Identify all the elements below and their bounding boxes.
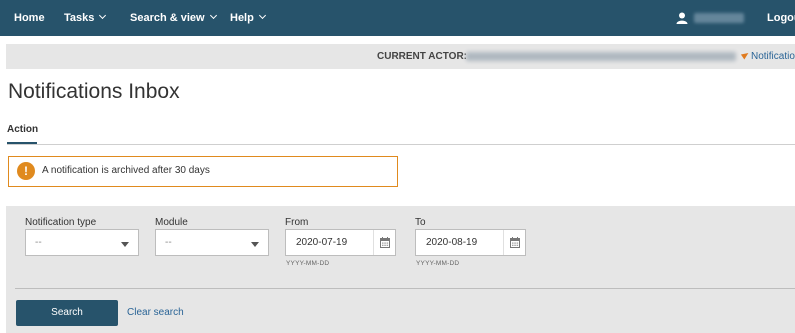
tab-action[interactable]: Action [7,124,38,135]
search-button[interactable]: Search [16,300,118,326]
chevron-down-icon [99,11,107,20]
module-label: Module [155,217,188,228]
notifications-link-label: Notifications [751,51,795,62]
flag-icon [740,50,751,60]
filter-divider [15,288,795,289]
tab-divider [7,144,795,145]
to-label: To [415,217,426,228]
module-value: -- [165,237,172,248]
calendar-button[interactable] [373,230,395,255]
to-date-input[interactable]: 2020-08-19 [415,229,526,256]
clear-search-link[interactable]: Clear search [127,307,184,318]
current-actor-label: CURRENT ACTOR: [377,51,467,62]
calendar-icon [510,237,520,248]
from-date-input[interactable]: 2020-07-19 [285,229,396,256]
from-date-format-hint: YYYY-MM-DD [286,260,330,267]
page-title: Notifications Inbox [8,80,180,103]
nav-help[interactable]: Help [230,0,266,36]
logout-link[interactable]: Logout [767,0,795,36]
top-navigation-bar: Home Tasks Search & view Help Logout [0,0,795,36]
nav-search-view-label: Search & view [130,12,205,24]
to-date-value: 2020-08-19 [426,237,478,248]
chevron-down-icon [209,11,217,20]
from-date-value: 2020-07-19 [296,237,348,248]
nav-help-label: Help [230,12,254,24]
nav-search-view[interactable]: Search & view [130,0,217,36]
current-actor-bar: CURRENT ACTOR: Notifications [6,44,795,69]
notification-type-label: Notification type [25,217,97,228]
from-label: From [285,217,309,228]
nav-tasks[interactable]: Tasks [64,0,107,36]
notification-type-select[interactable]: -- [25,229,139,256]
current-actor-value-redacted [466,52,736,61]
caret-down-icon [251,242,259,247]
caret-down-icon [121,242,129,247]
to-date-format-hint: YYYY-MM-DD [416,260,460,267]
user-icon[interactable] [676,12,688,24]
module-select[interactable]: -- [155,229,269,256]
notification-type-value: -- [35,237,42,248]
exclamation-icon: ! [17,162,35,180]
nav-tasks-label: Tasks [64,12,95,24]
calendar-button[interactable] [503,230,525,255]
user-name-redacted [694,13,744,23]
filter-panel: Notification type -- Module -- From 2020… [6,206,795,333]
nav-home[interactable]: Home [14,0,45,36]
alert-message: A notification is archived after 30 days [42,165,210,176]
nav-home-label: Home [14,12,45,24]
chevron-down-icon [258,11,266,20]
calendar-icon [380,237,390,248]
notifications-link[interactable]: Notifications [740,50,795,62]
archive-info-alert: ! A notification is archived after 30 da… [8,156,398,187]
